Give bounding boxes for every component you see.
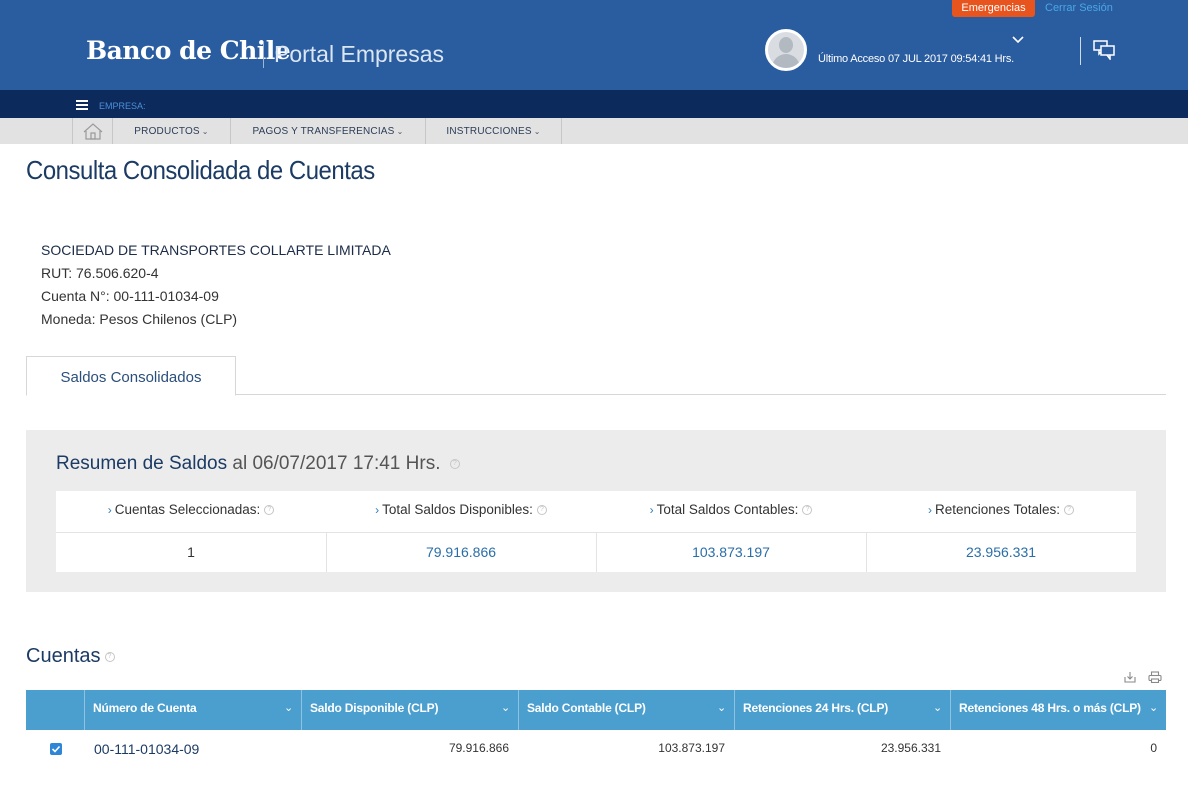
- cerrar-sesion-link[interactable]: Cerrar Sesión: [1045, 2, 1113, 14]
- summary-header-contables: › Total Saldos Contables:?: [596, 491, 866, 532]
- print-icon[interactable]: [1148, 671, 1162, 683]
- currency-info: Moneda: Pesos Chilenos (CLP): [41, 311, 238, 327]
- summary-title: Resumen de Saldos al 06/07/2017 17:41 Hr…: [56, 453, 460, 475]
- row-select-checkbox[interactable]: [50, 743, 62, 755]
- menu-item-productos[interactable]: PRODUCTOS ⌄: [112, 118, 230, 144]
- chevron-down-icon: ⌄: [533, 127, 541, 136]
- summary-title-text: Resumen de Saldos: [56, 453, 228, 474]
- info-icon[interactable]: ?: [802, 505, 813, 516]
- summary-header-cuentas: › Cuentas Seleccionadas:?: [56, 491, 326, 532]
- account-number-cell[interactable]: 00-111-01034-09: [94, 741, 199, 757]
- chat-icon[interactable]: [1093, 40, 1115, 60]
- retenciones-24-cell: 23.956.331: [880, 741, 941, 755]
- header-divider: [1080, 37, 1081, 65]
- home-menu-item[interactable]: [72, 118, 112, 144]
- info-icon[interactable]: ?: [536, 505, 547, 516]
- menu-item-pagos-transferencias[interactable]: PAGOS Y TRANSFERENCIAS ⌄: [230, 118, 425, 144]
- menu-item-label: PAGOS Y TRANSFERENCIAS: [252, 126, 395, 137]
- saldo-disponible-cell: 79.916.866: [448, 741, 509, 755]
- column-retenciones-48[interactable]: Retenciones 48 Hrs. o más (CLP) ⌄: [950, 690, 1166, 730]
- menu-item-label: INSTRUCCIONES: [446, 126, 532, 137]
- user-avatar[interactable]: [765, 29, 807, 71]
- download-icon[interactable]: [1124, 671, 1136, 683]
- chevron-right-icon: ›: [927, 503, 932, 517]
- summary-header-retenciones: › Retenciones Totales:?: [866, 491, 1136, 532]
- chevron-right-icon: ›: [107, 503, 112, 517]
- info-icon[interactable]: ?: [264, 505, 275, 516]
- avatar-body-shape: [772, 54, 800, 68]
- summary-date: al 06/07/2017 17:41 Hrs.: [232, 453, 441, 474]
- chevron-down-icon: ⌄: [201, 127, 209, 136]
- column-label: Retenciones 24 Hrs. (CLP): [743, 701, 889, 715]
- column-retenciones-24[interactable]: Retenciones 24 Hrs. (CLP) ⌄: [734, 690, 950, 730]
- summary-value-disponibles[interactable]: 79.916.866: [326, 533, 596, 572]
- summary-value-contables[interactable]: 103.873.197: [596, 533, 866, 572]
- tab-saldos-consolidados[interactable]: Saldos Consolidados: [26, 356, 236, 396]
- summary-header-label: Cuentas Seleccionadas:: [114, 502, 261, 517]
- column-saldo-disponible[interactable]: Saldo Disponible (CLP) ⌄: [301, 690, 518, 730]
- empresa-label: EMPRESA:: [99, 101, 146, 111]
- chevron-down-icon: ⌄: [283, 702, 293, 714]
- last-access-text: Último Acceso 07 JUL 2017 09:54:41 Hrs.: [818, 53, 1015, 65]
- summary-header-label: Total Saldos Disponibles:: [382, 502, 533, 517]
- column-label: Saldo Disponible (CLP): [310, 701, 439, 715]
- menu-item-instrucciones[interactable]: INSTRUCCIONES ⌄: [425, 118, 561, 144]
- empresa-bar: [0, 90, 1188, 118]
- chevron-right-icon: ›: [649, 503, 654, 517]
- summary-header-disponibles: › Total Saldos Disponibles:?: [326, 491, 596, 532]
- info-icon[interactable]: ?: [104, 651, 115, 662]
- chevron-right-icon: ›: [375, 503, 380, 517]
- emergencias-button[interactable]: Emergencias: [952, 0, 1035, 17]
- info-icon[interactable]: ?: [1064, 505, 1075, 516]
- summary-header-label: Total Saldos Contables:: [656, 502, 799, 517]
- retenciones-48-cell: 0: [1150, 741, 1157, 755]
- brand-logo[interactable]: Banco de Chile: [86, 36, 291, 65]
- chevron-down-icon: ⌄: [396, 127, 404, 136]
- home-icon: [83, 123, 103, 140]
- column-saldo-contable[interactable]: Saldo Contable (CLP) ⌄: [518, 690, 734, 730]
- accounts-section-title: Cuentas?: [26, 645, 115, 668]
- info-icon[interactable]: ?: [449, 458, 460, 469]
- chevron-down-icon[interactable]: [1012, 36, 1024, 44]
- brand-divider: [263, 42, 264, 68]
- hamburger-menu-icon[interactable]: [76, 100, 88, 110]
- summary-value-cuentas: 1: [187, 544, 195, 560]
- chevron-down-icon: ⌄: [1148, 702, 1158, 714]
- summary-header-label: Retenciones Totales:: [934, 502, 1061, 517]
- company-name: SOCIEDAD DE TRANSPORTES COLLARTE LIMITAD…: [41, 242, 391, 258]
- menu-divider: [561, 118, 562, 144]
- menu-item-label: PRODUCTOS: [134, 126, 200, 137]
- column-label: Saldo Contable (CLP): [527, 701, 646, 715]
- brand-portal-name: Portal Empresas: [274, 41, 445, 67]
- avatar-head-shape: [779, 37, 793, 53]
- column-numero-cuenta[interactable]: Número de Cuenta ⌄: [84, 690, 301, 730]
- company-rut: RUT: 76.506.620-4: [41, 265, 159, 281]
- account-number-info: Cuenta N°: 00-111-01034-09: [41, 288, 219, 304]
- accounts-title-text: Cuentas: [26, 645, 101, 667]
- page-title: Consulta Consolidada de Cuentas: [26, 155, 375, 185]
- summary-value-retenciones[interactable]: 23.956.331: [866, 533, 1136, 572]
- chevron-down-icon: ⌄: [932, 702, 942, 714]
- column-label: Retenciones 48 Hrs. o más (CLP): [959, 701, 1141, 715]
- saldo-contable-cell: 103.873.197: [658, 741, 725, 755]
- chevron-down-icon: ⌄: [500, 702, 510, 714]
- checkmark-icon: [51, 745, 61, 753]
- column-label: Número de Cuenta: [93, 701, 197, 715]
- summary-table: › Cuentas Seleccionadas:? › Total Saldos D…: [56, 491, 1136, 572]
- chevron-down-icon: ⌄: [716, 702, 726, 714]
